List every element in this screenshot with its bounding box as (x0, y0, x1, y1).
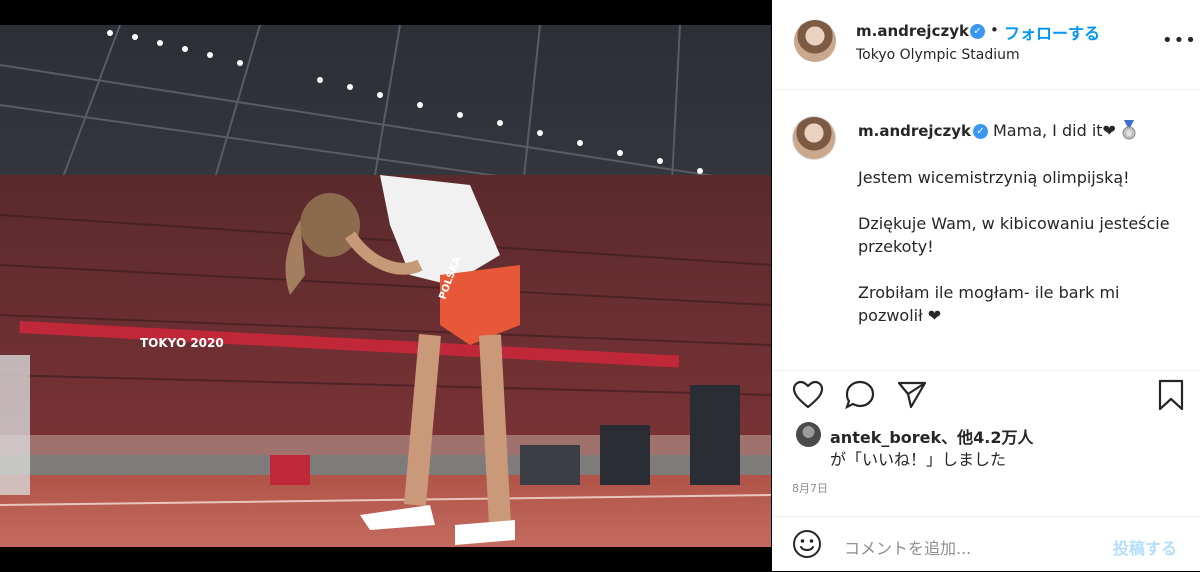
comment-input[interactable]: コメントを追加... (844, 535, 971, 559)
stadium-photo-art: TOKYO 2020 POLSKA (0, 25, 771, 547)
like-heart-icon[interactable] (792, 380, 824, 410)
location-link[interactable]: Tokyo Olympic Stadium (856, 47, 1020, 63)
tokyo-2020-banner: TOKYO 2020 (140, 336, 224, 350)
post-sidebar: m.andrejczyk ✓ • フォローする Tokyo Olympic St… (772, 0, 1200, 571)
verified-badge-icon: ✓ (970, 24, 985, 39)
caption-avatar[interactable] (792, 116, 836, 160)
emoji-smiley-icon[interactable] (792, 529, 822, 559)
separator-dot: • (990, 21, 999, 39)
post-header: m.andrejczyk ✓ • フォローする Tokyo Olympic St… (772, 0, 1200, 90)
more-options-icon[interactable]: ••• (1162, 30, 1197, 51)
likes-count[interactable]: antek_borek、他4.2万人 (830, 424, 1034, 448)
post-comment-button[interactable]: 投稿する (1113, 535, 1177, 559)
avatar[interactable] (794, 20, 836, 62)
caption: m.andrejczyk ✓ Mama, I did it❤ Jestem wi… (772, 90, 1200, 365)
likes-suffix: が「いいね！」しました (830, 450, 1007, 469)
medal-emoji-icon (1122, 120, 1136, 140)
instagram-post-modal: TOKYO 2020 POLSKA m.andrejczyk ✓ • フォローす… (0, 0, 1200, 571)
liker-avatar[interactable] (796, 422, 821, 447)
comment-bubble-icon[interactable] (844, 379, 876, 411)
caption-body: Jestem wicemistrzynią olimpijską! Dzięku… (858, 168, 1170, 325)
comment-form: コメントを追加... 投稿する (772, 516, 1200, 572)
post-photo[interactable]: TOKYO 2020 POLSKA (0, 25, 771, 547)
share-paper-plane-icon[interactable] (896, 380, 928, 410)
save-bookmark-icon[interactable] (1157, 379, 1185, 411)
verified-badge-icon: ✓ (973, 124, 988, 139)
post-date[interactable]: 8月7日 (792, 480, 828, 496)
caption-username[interactable]: m.andrejczyk (858, 122, 971, 140)
header-username[interactable]: m.andrejczyk (856, 22, 969, 40)
follow-button[interactable]: フォローする (1004, 20, 1100, 44)
caption-first-line: Mama, I did it❤ (993, 121, 1116, 140)
action-bar (772, 370, 1200, 421)
